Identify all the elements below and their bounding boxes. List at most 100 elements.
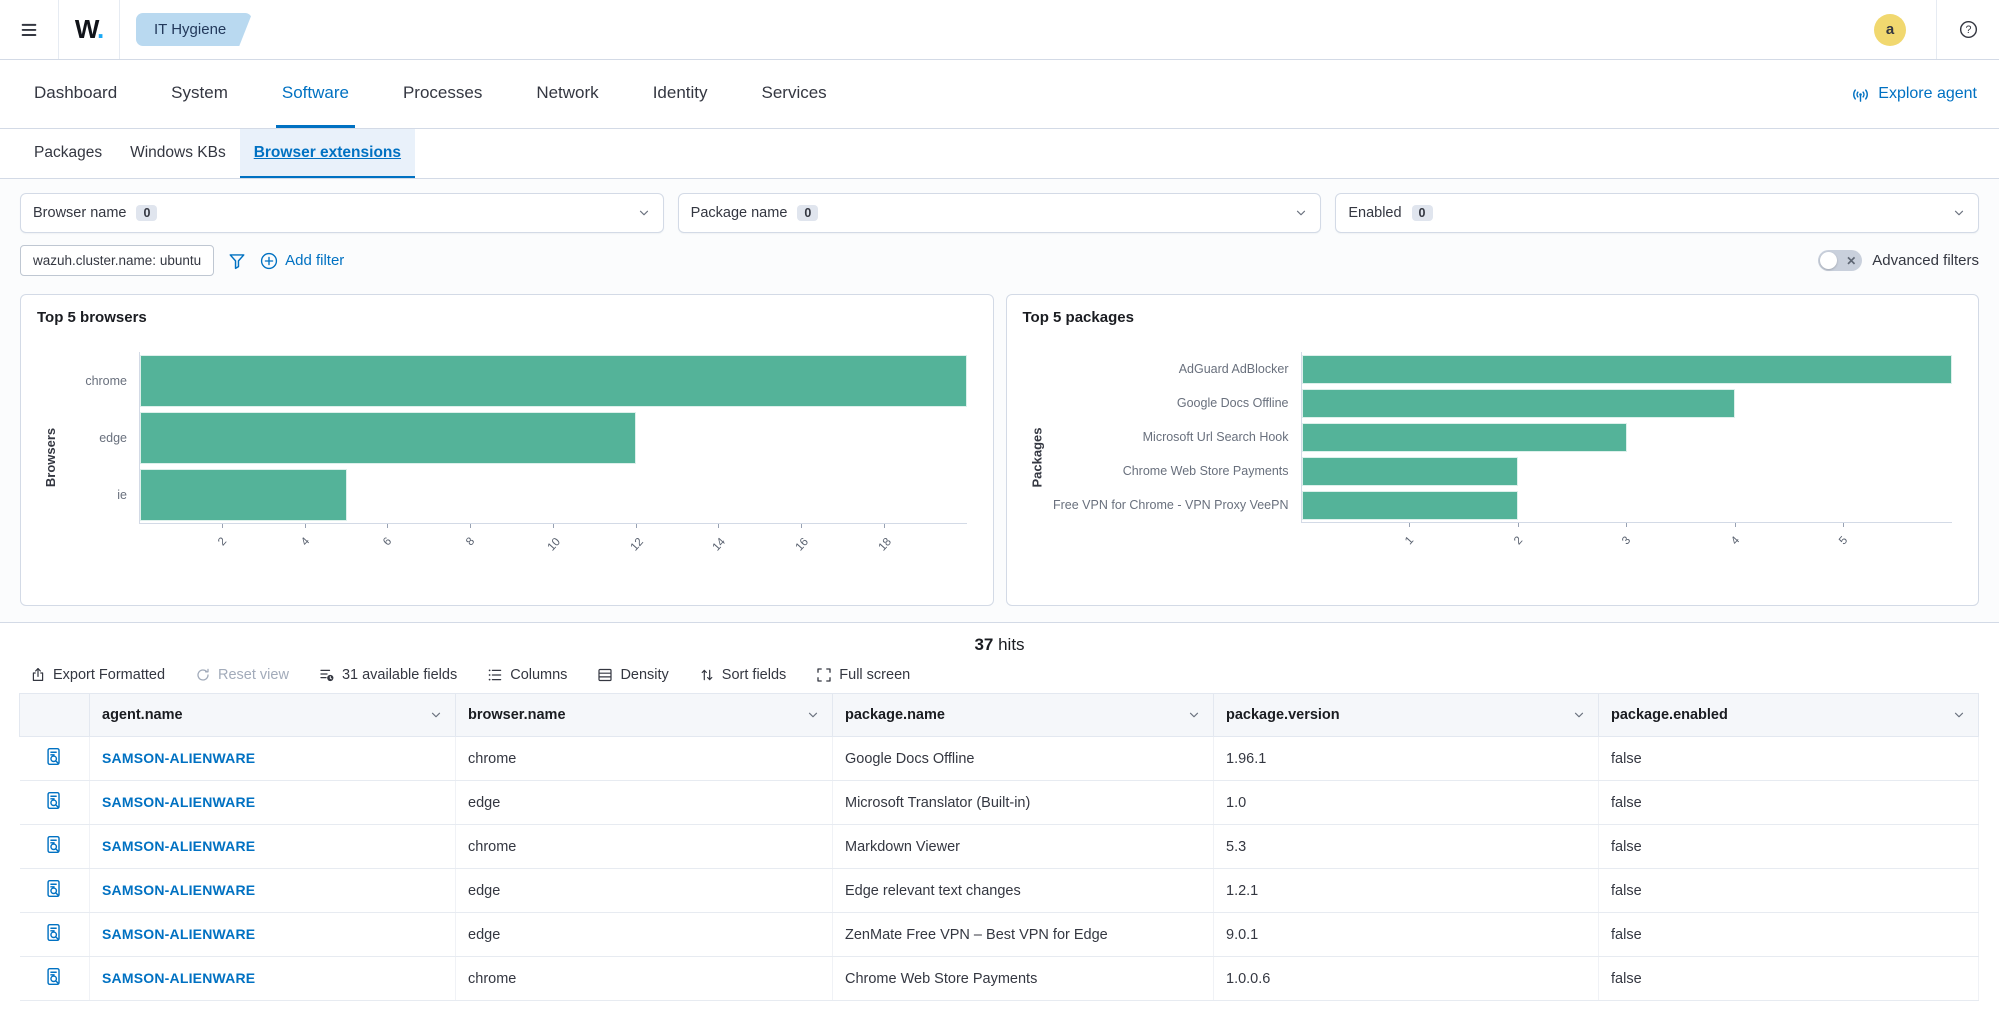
- bar-edge[interactable]: [140, 412, 636, 464]
- tab-dashboard[interactable]: Dashboard: [28, 60, 123, 128]
- filter-select-package-name[interactable]: Package name 0: [678, 193, 1322, 233]
- chevron-down-icon: [806, 708, 820, 722]
- chart-title: Top 5 browsers: [37, 309, 977, 326]
- svg-text:?: ?: [1965, 24, 1971, 36]
- cell-browser-name: chrome: [456, 957, 833, 1001]
- tab-identity[interactable]: Identity: [647, 60, 714, 128]
- category-label: Chrome Web Store Payments: [1051, 464, 1301, 478]
- cell-package-enabled: false: [1599, 737, 1979, 781]
- tab-services[interactable]: Services: [756, 60, 833, 128]
- chevron-down-icon: [637, 206, 651, 220]
- subtab-windows-kbs[interactable]: Windows KBs: [116, 129, 240, 178]
- bar-free-vpn-for-chrome-vpn-proxy-veepn[interactable]: [1302, 491, 1519, 520]
- column-header-package-version[interactable]: package.version: [1214, 694, 1599, 737]
- filter-select-label: Browser name: [33, 205, 126, 221]
- tab-system[interactable]: System: [165, 60, 234, 128]
- row-controls-header: [20, 694, 90, 737]
- subtab-browser-extensions[interactable]: Browser extensions: [240, 129, 415, 178]
- inspect-icon[interactable]: [45, 835, 64, 854]
- toolbar-label: Full screen: [839, 667, 910, 683]
- x-tick-label: 8: [464, 535, 477, 548]
- toggle-knob: [1820, 252, 1837, 269]
- tab-network[interactable]: Network: [530, 60, 604, 128]
- inspect-icon[interactable]: [45, 923, 64, 942]
- results-panel: 37 hits Export Formatted Reset view 31 ava…: [0, 622, 1999, 1001]
- agent-name-link[interactable]: SAMSON-ALIENWARE: [102, 882, 255, 898]
- add-filter-label: Add filter: [285, 252, 344, 269]
- sort-fields-button[interactable]: Sort fields: [699, 667, 786, 683]
- wazuh-logo[interactable]: W.W.: [59, 14, 119, 45]
- 31-available-fields-button[interactable]: 31 available fields: [319, 667, 457, 683]
- column-label: browser.name: [468, 707, 566, 723]
- close-icon: ✕: [1846, 255, 1856, 267]
- columns-button[interactable]: Columns: [487, 667, 567, 683]
- hits-count: 37 hits: [0, 623, 1999, 659]
- filter-pill[interactable]: wazuh.cluster.name: ubuntu: [20, 245, 214, 276]
- filter-count-badge: 0: [136, 205, 157, 221]
- filter-count-badge: 0: [1412, 205, 1433, 221]
- column-label: package.name: [845, 707, 945, 723]
- avatar[interactable]: a: [1874, 14, 1906, 46]
- agent-name-link[interactable]: SAMSON-ALIENWARE: [102, 970, 255, 986]
- inspect-icon[interactable]: [45, 747, 64, 766]
- advanced-filters-toggle[interactable]: ✕: [1818, 250, 1862, 271]
- bar-microsoft-url-search-hook[interactable]: [1302, 423, 1627, 452]
- table-row: SAMSON-ALIENWARE chromeGoogle Docs Offlin…: [20, 737, 1979, 781]
- x-tick-label: 1: [1403, 534, 1416, 547]
- agent-name-link[interactable]: SAMSON-ALIENWARE: [102, 838, 255, 854]
- export-formatted-button[interactable]: Export Formatted: [30, 667, 165, 683]
- cell-package-name: Google Docs Offline: [833, 737, 1214, 781]
- explore-agent-button[interactable]: Explore agent: [1839, 60, 1989, 128]
- filter-funnel-icon[interactable]: [228, 252, 246, 270]
- filter-select-browser-name[interactable]: Browser name 0: [20, 193, 664, 233]
- cell-browser-name: chrome: [456, 737, 833, 781]
- density-icon: [597, 667, 613, 683]
- tab-software[interactable]: Software: [276, 60, 355, 128]
- subtab-packages[interactable]: Packages: [20, 129, 116, 178]
- x-tick-label: 2: [1512, 534, 1525, 547]
- inspect-icon[interactable]: [45, 879, 64, 898]
- filter-count-badge: 0: [797, 205, 818, 221]
- menu-icon[interactable]: [0, 21, 58, 39]
- column-header-package-enabled[interactable]: package.enabled: [1599, 694, 1979, 737]
- x-tick-label: 12: [628, 536, 645, 554]
- cell-package-name: Edge relevant text changes: [833, 869, 1214, 913]
- column-header-browser-name[interactable]: browser.name: [456, 694, 833, 737]
- chart-title: Top 5 packages: [1023, 309, 1963, 326]
- broadcast-icon: [1851, 85, 1870, 104]
- add-filter-button[interactable]: Add filter: [260, 252, 344, 270]
- agent-name-link[interactable]: SAMSON-ALIENWARE: [102, 794, 255, 810]
- density-button[interactable]: Density: [597, 667, 668, 683]
- charts-row: Top 5 browsers Browsers chromeedgeie2468…: [0, 284, 1999, 622]
- filter-select-label: Package name: [691, 205, 788, 221]
- sort-icon: [699, 667, 715, 683]
- top-5-packages-panel: Top 5 packages Packages AdGuard AdBlocke…: [1006, 294, 1980, 606]
- fullscreen-icon: [816, 667, 832, 683]
- help-icon[interactable]: ?: [1937, 20, 1999, 39]
- x-tick-label: 3: [1620, 534, 1633, 547]
- columns-icon: [487, 667, 503, 683]
- bar-chrome-web-store-payments[interactable]: [1302, 457, 1519, 486]
- x-tick-label: 14: [711, 536, 728, 554]
- inspect-icon[interactable]: [45, 967, 64, 986]
- cell-package-version: 1.96.1: [1214, 737, 1599, 781]
- column-header-package-name[interactable]: package.name: [833, 694, 1214, 737]
- cell-package-enabled: false: [1599, 781, 1979, 825]
- agent-name-link[interactable]: SAMSON-ALIENWARE: [102, 750, 255, 766]
- chevron-down-icon: [1187, 708, 1201, 722]
- bar-ie[interactable]: [140, 469, 347, 521]
- inspect-icon[interactable]: [45, 791, 64, 810]
- bar-adguard-adblocker[interactable]: [1302, 355, 1953, 384]
- filter-select-enabled[interactable]: Enabled0: [1335, 193, 1979, 233]
- toolbar-label: Sort fields: [722, 667, 786, 683]
- full-screen-button[interactable]: Full screen: [816, 667, 910, 683]
- advanced-filters-label: Advanced filters: [1872, 252, 1979, 269]
- breadcrumb[interactable]: IT Hygiene: [136, 13, 252, 46]
- column-header-agent-name[interactable]: agent.name: [90, 694, 456, 737]
- reset-view-button[interactable]: Reset view: [195, 667, 289, 683]
- bar-chrome[interactable]: [140, 355, 967, 407]
- agent-name-link[interactable]: SAMSON-ALIENWARE: [102, 926, 255, 942]
- tab-processes[interactable]: Processes: [397, 60, 488, 128]
- bar-google-docs-offline[interactable]: [1302, 389, 1736, 418]
- category-label: AdGuard AdBlocker: [1051, 362, 1301, 376]
